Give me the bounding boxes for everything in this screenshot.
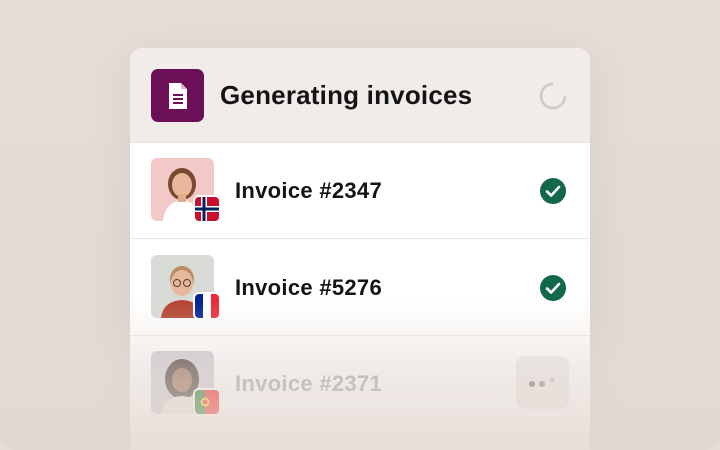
- page-title: Generating invoices: [220, 80, 473, 110]
- check-circle-icon: [540, 275, 566, 301]
- invoice-row[interactable]: Invoice #2371: [130, 336, 590, 432]
- invoice-row[interactable]: Invoice #2347: [130, 143, 590, 239]
- invoice-label: Invoice #2371: [235, 371, 382, 396]
- invoice-row[interactable]: Invoice #5276: [130, 240, 590, 336]
- portugal-flag-icon: [193, 388, 221, 416]
- loading-dots-icon: [516, 356, 569, 409]
- document-icon: [151, 69, 204, 122]
- card-header: Generating invoices: [130, 48, 590, 143]
- invoice-generation-card: Generating invoices Invoice #2347 Invoic…: [130, 48, 590, 450]
- background-stage: Generating invoices Invoice #2347 Invoic…: [0, 0, 720, 450]
- invoice-label: Invoice #2347: [235, 178, 382, 203]
- loading-spinner-icon: [539, 82, 567, 110]
- check-circle-icon: [540, 178, 566, 204]
- france-flag-icon: [193, 292, 221, 320]
- invoice-label: Invoice #5276: [235, 275, 382, 300]
- norway-flag-icon: [193, 195, 221, 223]
